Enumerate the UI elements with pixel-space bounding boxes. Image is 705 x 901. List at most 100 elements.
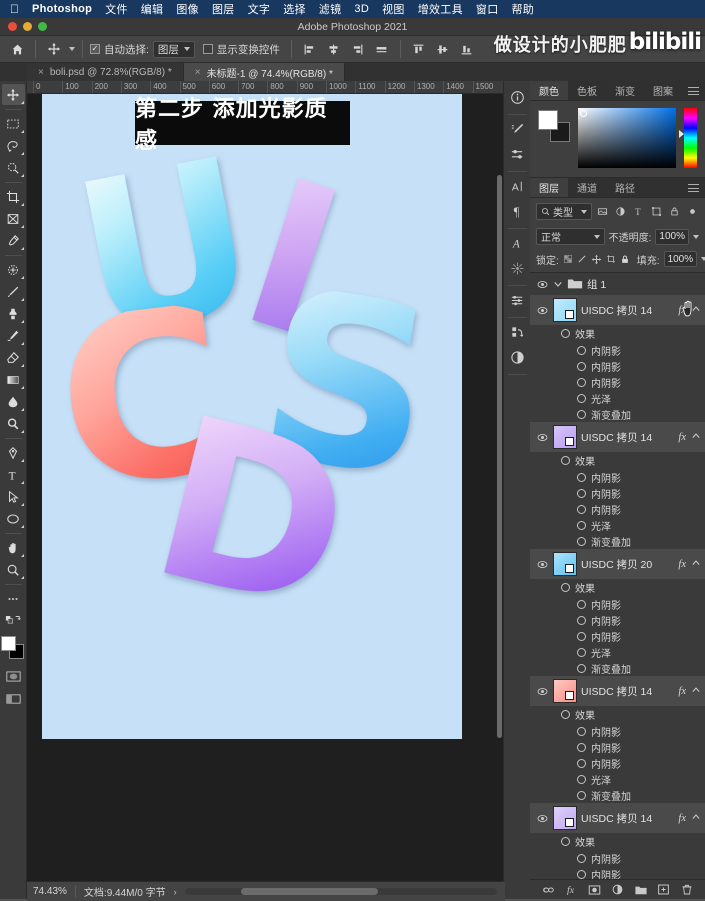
align-right-icon[interactable] (347, 39, 369, 59)
menu-item-photoshop[interactable]: Photoshop (32, 3, 92, 15)
panel-menu-icon[interactable] (688, 184, 699, 192)
brush-tool[interactable] (2, 281, 25, 302)
tab-layers[interactable]: 图层 (530, 178, 568, 197)
layer-effects-fx-icon[interactable]: fx (678, 813, 688, 824)
menu-item-plugins[interactable]: 增效工具 (418, 1, 463, 17)
tab-color[interactable]: 颜色 (530, 81, 568, 100)
horizontal-scrollbar[interactable] (184, 888, 497, 895)
eraser-tool[interactable] (2, 347, 25, 368)
layer-thumbnail[interactable] (553, 298, 577, 322)
layer-effect-item[interactable]: 内阴影 (530, 469, 705, 485)
layer-effect-item[interactable]: 内阴影 (530, 342, 705, 358)
effect-visibility-icon[interactable] (577, 504, 586, 514)
menu-item-type[interactable]: 文字 (248, 1, 271, 17)
layer-effect-item[interactable]: 渐变叠加 (530, 406, 705, 422)
move-tool-icon[interactable] (43, 39, 65, 59)
menu-item-image[interactable]: 图像 (176, 1, 199, 17)
color-panel-swatches[interactable] (538, 110, 570, 142)
character-icon[interactable]: A (506, 175, 529, 198)
effect-visibility-icon[interactable] (577, 758, 586, 768)
blend-mode-dropdown[interactable]: 正常 (536, 228, 605, 245)
more-tools[interactable] (2, 588, 25, 609)
effect-visibility-icon[interactable] (577, 345, 586, 355)
canvas-area[interactable]: 第二步 添加光影质感 U I C S D (27, 94, 503, 899)
lock-transparent-icon[interactable] (563, 253, 573, 266)
effect-visibility-icon[interactable] (577, 393, 586, 403)
effect-visibility-icon[interactable] (577, 647, 586, 657)
history-brush-tool[interactable] (2, 325, 25, 346)
hue-handle[interactable] (679, 130, 684, 138)
brush-settings-icon[interactable] (506, 118, 529, 141)
lock-all-icon[interactable] (620, 253, 630, 266)
align-bottom-icon[interactable] (456, 39, 478, 59)
libraries-icon[interactable] (506, 257, 529, 280)
layer-effects-chevron-icon[interactable] (692, 559, 705, 569)
effect-visibility-icon[interactable] (577, 615, 586, 625)
layer-effect-item[interactable]: 渐变叠加 (530, 787, 705, 803)
layer-effect-item[interactable]: 内阴影 (530, 850, 705, 866)
layer-row[interactable]: UISDC 拷贝 14 fx (530, 676, 705, 706)
visibility-toggle-icon[interactable] (535, 687, 549, 696)
dodge-tool[interactable] (2, 413, 25, 434)
effects-visibility-icon[interactable] (561, 456, 570, 465)
tool-preset-chevron-icon[interactable] (69, 47, 75, 51)
menu-item-3d[interactable]: 3D (354, 3, 369, 15)
layer-effects-chevron-icon[interactable] (692, 305, 705, 315)
effect-visibility-icon[interactable] (577, 536, 586, 546)
layer-effect-item[interactable]: 渐变叠加 (530, 533, 705, 549)
layer-effect-item[interactable]: 光泽 (530, 390, 705, 406)
color-swatches[interactable] (1, 636, 25, 660)
layer-effect-item[interactable]: 内阴影 (530, 374, 705, 390)
document-tab-boli[interactable]: × boli.psd @ 72.8%(RGB/8) * (27, 63, 184, 81)
effect-visibility-icon[interactable] (577, 790, 586, 800)
blur-tool[interactable] (2, 391, 25, 412)
effect-visibility-icon[interactable] (577, 742, 586, 752)
effect-visibility-icon[interactable] (577, 853, 586, 863)
layer-effects-chevron-icon[interactable] (692, 432, 705, 442)
layer-row[interactable]: UISDC 拷贝 14 fx (530, 295, 705, 325)
layer-effects-fx-icon[interactable]: fx (678, 305, 688, 316)
lock-position-icon[interactable] (591, 253, 602, 266)
layer-effect-item[interactable]: 内阴影 (530, 485, 705, 501)
align-left-icon[interactable] (299, 39, 321, 59)
layer-filter-kind-dropdown[interactable]: 类型 (536, 203, 592, 220)
ellipse-tool[interactable] (2, 508, 25, 529)
layer-thumbnail[interactable] (553, 552, 577, 576)
layer-effect-item[interactable]: 内阴影 (530, 628, 705, 644)
lock-image-icon[interactable] (577, 253, 587, 266)
visibility-toggle-icon[interactable] (535, 280, 549, 289)
effect-visibility-icon[interactable] (577, 409, 586, 419)
layer-effects-fx-icon[interactable]: fx (678, 686, 688, 697)
opacity-input[interactable]: 100% (655, 228, 689, 245)
layer-row[interactable]: UISDC 拷贝 20 fx (530, 549, 705, 579)
effect-visibility-icon[interactable] (577, 663, 586, 673)
adjustment-filter-icon[interactable] (614, 204, 628, 219)
pen-tool[interactable] (2, 442, 25, 463)
group-disclosure-chevron-icon[interactable] (553, 280, 563, 288)
visibility-toggle-icon[interactable] (535, 306, 549, 315)
eyedropper-tool[interactable] (2, 230, 25, 251)
close-window-button[interactable] (8, 22, 17, 31)
layer-effect-item[interactable]: 内阴影 (530, 358, 705, 374)
filter-toggle-icon[interactable] (685, 204, 699, 219)
effect-visibility-icon[interactable] (577, 472, 586, 482)
maximize-window-button[interactable] (38, 22, 47, 31)
tab-swatches[interactable]: 色板 (568, 81, 606, 100)
adjustments-icon[interactable] (506, 346, 529, 369)
lasso-tool[interactable] (2, 135, 25, 156)
layer-effects-chevron-icon[interactable] (692, 686, 705, 696)
lock-artboard-icon[interactable] (606, 253, 616, 266)
apple-menu-icon[interactable]:  (10, 3, 19, 15)
auto-select-target-dropdown[interactable]: 图层 (152, 40, 195, 58)
hand-tool[interactable] (2, 537, 25, 558)
visibility-toggle-icon[interactable] (535, 814, 549, 823)
layer-effect-item[interactable]: 内阴影 (530, 596, 705, 612)
rectangular-marquee-tool[interactable] (2, 113, 25, 134)
spot-healing-brush-tool[interactable] (2, 259, 25, 280)
home-icon[interactable] (6, 39, 28, 59)
layer-effect-item[interactable]: 内阴影 (530, 612, 705, 628)
default-colors-icon[interactable] (2, 610, 25, 631)
layer-effect-item[interactable]: 光泽 (530, 771, 705, 787)
layer-effects-fx-icon[interactable]: fx (678, 432, 688, 443)
menu-item-view[interactable]: 视图 (382, 1, 405, 17)
